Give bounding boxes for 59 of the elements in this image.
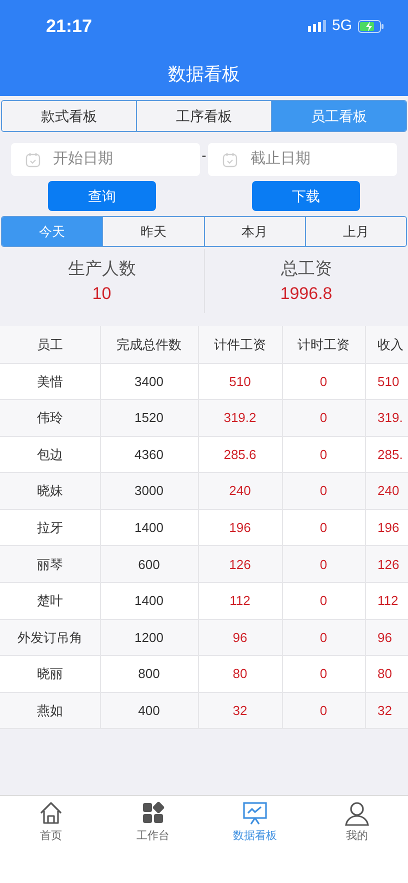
table-cell: 400 (100, 692, 198, 729)
grid-icon (140, 800, 166, 826)
table-cell: 319.2 (198, 400, 282, 436)
column-header: 收入 (365, 326, 408, 363)
signal-icon (308, 20, 326, 32)
table-cell: 0 (282, 472, 365, 510)
table-cell: 240 (365, 472, 408, 510)
table-cell: 240 (198, 472, 282, 510)
table-cell: 1520 (100, 400, 198, 436)
table-cell: 112 (365, 582, 408, 620)
board-tab[interactable]: 员工看板 (271, 101, 406, 131)
column-header: 员工 (0, 326, 100, 363)
table-cell: 0 (282, 582, 365, 620)
network-label: 5G (332, 16, 352, 36)
table-cell: 80 (365, 656, 408, 692)
status-time: 21:17 (46, 14, 92, 38)
home-icon (38, 800, 64, 826)
table-cell: 3000 (100, 472, 198, 510)
query-button[interactable]: 查询 (48, 181, 156, 211)
table-cell: 319. (365, 400, 408, 436)
end-date-placeholder: 截止日期 (250, 149, 310, 170)
table-cell: 112 (198, 582, 282, 620)
chart-board-icon (242, 800, 268, 826)
battery-charging-icon (358, 20, 384, 32)
table-cell: 800 (100, 656, 198, 692)
table-cell: 0 (282, 400, 365, 436)
period-tab[interactable]: 上月 (304, 217, 406, 246)
table-cell: 0 (282, 656, 365, 692)
calendar-icon (222, 152, 238, 168)
nav-tab[interactable]: 我的 (306, 800, 408, 844)
table-cell: 32 (198, 692, 282, 729)
table-cell: 32 (365, 692, 408, 729)
end-date-field[interactable]: 截止日期 (208, 143, 398, 176)
calendar-icon (25, 152, 41, 168)
summary-value: 1996.8 (280, 283, 332, 305)
table-cell: 1400 (100, 582, 198, 620)
table-cell: 晓妹 (0, 472, 100, 510)
table-cell: 楚叶 (0, 582, 100, 620)
nav-tab[interactable]: 工作台 (102, 800, 204, 844)
table-cell: 80 (198, 656, 282, 692)
column-header: 完成总件数 (100, 326, 198, 363)
table-cell: 伟玲 (0, 400, 100, 436)
person-icon (344, 800, 370, 826)
period-tab[interactable]: 今天 (2, 217, 102, 246)
nav-tab[interactable]: 数据看板 (204, 800, 306, 844)
summary-label: 总工资 (280, 258, 332, 280)
download-button[interactable]: 下载 (252, 181, 360, 211)
column-header: 计时工资 (282, 326, 365, 363)
table-cell: 燕如 (0, 692, 100, 729)
date-separator: - (202, 146, 206, 165)
table-cell: 0 (282, 692, 365, 729)
nav-tab[interactable]: 首页 (0, 800, 102, 844)
table-cell: 晓丽 (0, 656, 100, 692)
start-date-field[interactable]: 开始日期 (11, 143, 200, 176)
summary-label: 生产人数 (68, 258, 136, 280)
summary-value: 10 (92, 283, 112, 305)
start-date-placeholder: 开始日期 (53, 149, 113, 170)
column-header: 计件工资 (198, 326, 282, 363)
page-title: 数据看板 (168, 62, 240, 86)
